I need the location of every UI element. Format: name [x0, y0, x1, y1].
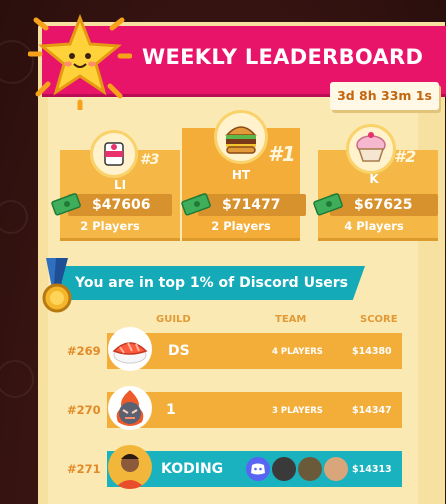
podium-amount-second-value: $67625 [354, 197, 413, 213]
cash-icon [313, 193, 343, 216]
podium-amount-first: $71477 [181, 193, 306, 216]
podium-players-second: 4 Players [344, 219, 404, 233]
cash-icon [51, 193, 81, 216]
column-header-team: TEAM [275, 314, 307, 325]
podium-amount-second: $67625 [313, 193, 438, 216]
column-header-guild: GUILD [156, 314, 191, 325]
podium-rank-second: #2 [394, 147, 417, 166]
teammate-avatar [324, 457, 348, 481]
podium-name-first: HT [231, 168, 251, 182]
row-guild-name: DS [168, 343, 190, 359]
salmon-sushi-icon [108, 327, 152, 371]
angry-flame-icon [108, 386, 152, 430]
row-score: $14347 [352, 405, 392, 416]
row-guild-name: KODING [161, 461, 224, 477]
podium-players-first: 2 Players [211, 219, 271, 233]
row-team: 3 PLAYERS [272, 406, 323, 416]
discord-icon [246, 457, 270, 481]
burger-icon [214, 110, 268, 164]
page-title: WEEKLY LEADERBOARD [142, 45, 424, 69]
background-doodle [0, 200, 28, 234]
cash-icon [181, 193, 211, 216]
podium-amount-first-value: $71477 [222, 197, 281, 213]
row-rank: #271 [67, 462, 101, 476]
discord-rank-text: You are in top 1% of Discord Users [75, 275, 349, 291]
medal-icon [42, 258, 72, 313]
row-rank: #270 [67, 403, 101, 417]
cupcake-icon [346, 124, 396, 174]
podium-rank-first: #1 [268, 142, 296, 166]
row-score: $14313 [352, 464, 392, 475]
user-photo-avatar [108, 445, 152, 489]
teammate-avatar [298, 457, 322, 481]
podium-players-third: 2 Players [80, 219, 140, 233]
row-rank: #269 [67, 344, 101, 358]
sushi-roll-icon [90, 130, 138, 178]
teammate-avatar [272, 457, 296, 481]
podium-amount-third: $47606 [51, 193, 172, 216]
podium-rank-third: #3 [140, 152, 160, 168]
row-guild-name: 1 [166, 402, 176, 418]
row-score: $14380 [352, 346, 392, 357]
podium-name-third: LI [113, 178, 127, 192]
background-doodle [0, 360, 34, 398]
countdown-timer: 3d 8h 33m 1s [330, 82, 439, 110]
column-header-score: SCORE [360, 314, 398, 325]
podium-amount-third-value: $47606 [92, 197, 151, 213]
row-team: 4 PLAYERS [272, 347, 323, 357]
star-mascot-icon [28, 13, 132, 110]
podium-name-second: K [369, 172, 379, 186]
